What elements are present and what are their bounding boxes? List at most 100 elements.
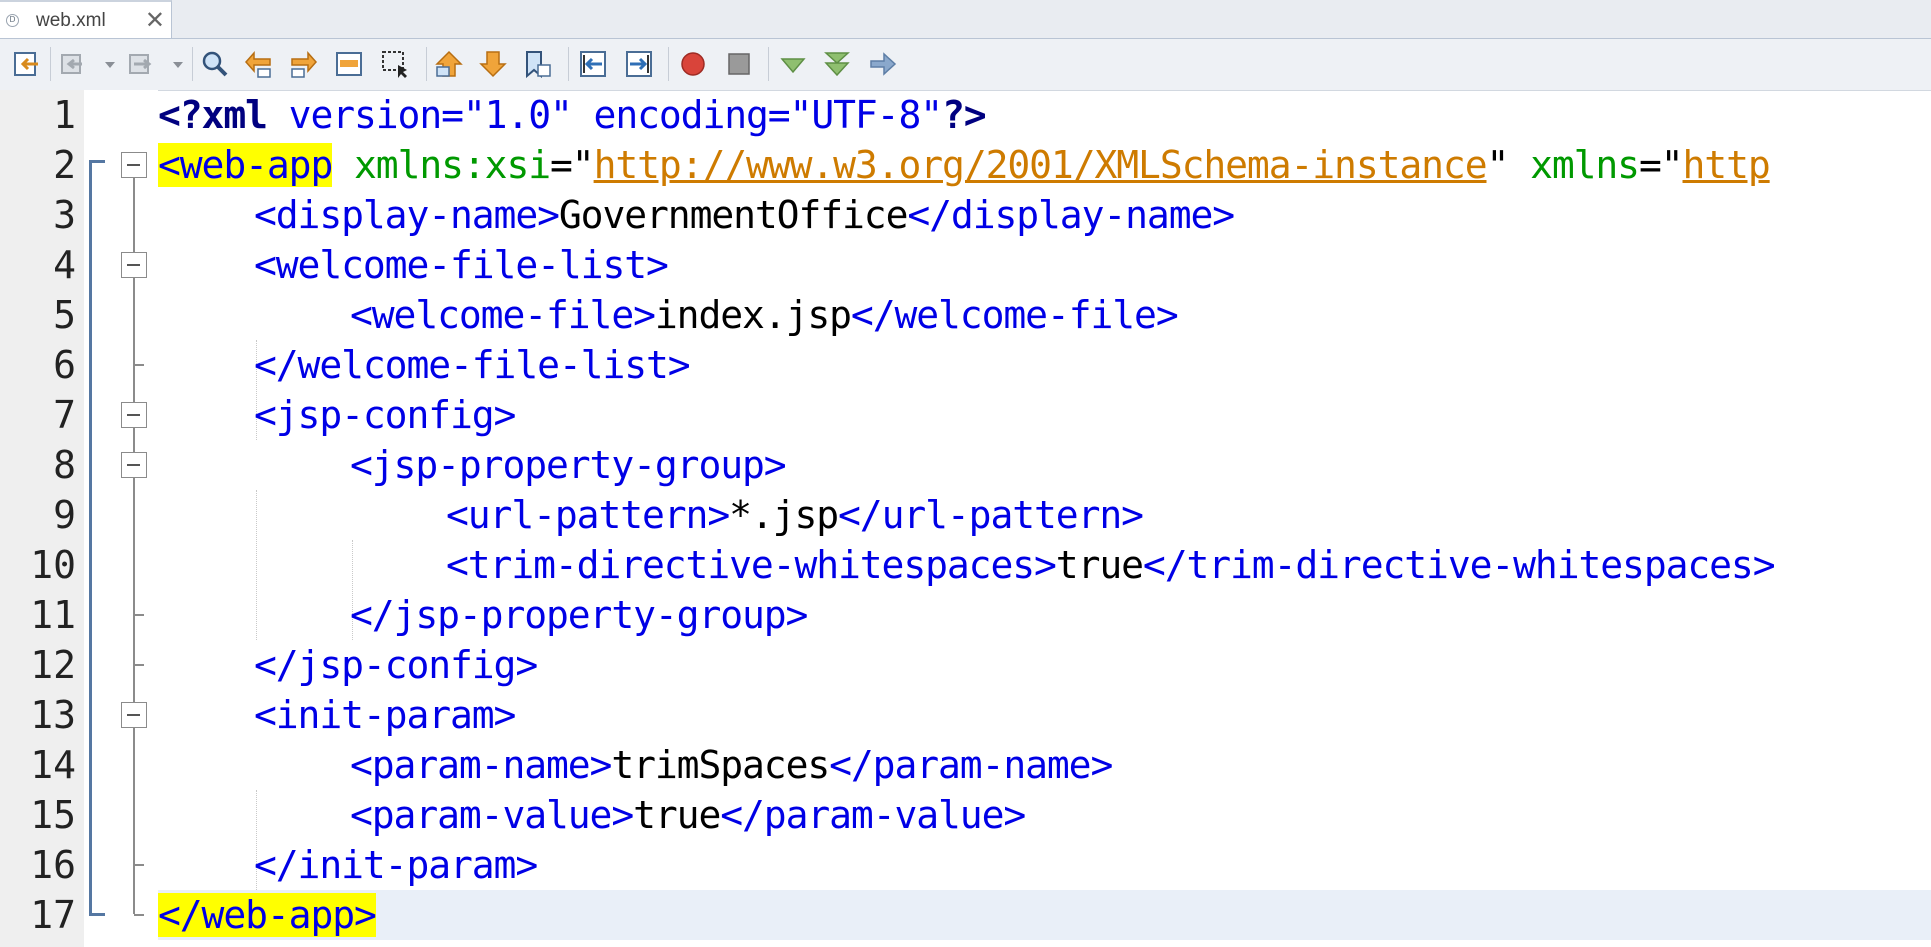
tab-web-xml[interactable]: D web.xml ✕ <box>0 0 172 38</box>
forward-dropdown-icon[interactable] <box>173 62 183 68</box>
fold-toggle-icon[interactable] <box>121 402 147 428</box>
forward-icon[interactable] <box>126 49 156 79</box>
stop-macro-icon[interactable] <box>724 49 754 79</box>
attr-equals: =" <box>550 143 595 187</box>
code-line-14: <param-name>trimSpaces</param-name> <box>350 740 1113 790</box>
tag-match-bracket-bottom <box>89 913 105 916</box>
line-number: 6 <box>53 343 76 387</box>
close-tag: </init-param> <box>254 843 538 887</box>
close-tag: </trim-directive-whitespaces> <box>1142 543 1776 587</box>
line-number: 1 <box>53 93 76 137</box>
attr-quote: " <box>1486 143 1531 187</box>
line-number: 10 <box>30 543 76 587</box>
web-app-close-tag: </web-app> <box>158 893 377 937</box>
validate-xml-icon[interactable] <box>822 49 852 79</box>
element-text: *.jsp <box>729 493 839 537</box>
fold-toggle-icon[interactable] <box>121 252 147 278</box>
fold-line <box>133 174 135 914</box>
fold-end-marker <box>134 864 144 866</box>
line-number: 16 <box>30 843 76 887</box>
code-line-13: <init-param> <box>254 690 516 740</box>
code-line-11: </jsp-property-group> <box>350 590 808 640</box>
next-bookmark-icon[interactable] <box>478 49 508 79</box>
line-number: 8 <box>53 443 76 487</box>
find-selection-icon[interactable] <box>200 49 230 79</box>
close-tag: </jsp-config> <box>254 643 538 687</box>
line-number: 17 <box>30 893 76 937</box>
attr-name-xmlns: xmlns <box>1530 143 1640 187</box>
toggle-bookmark-icon[interactable] <box>522 49 552 79</box>
current-line-highlight <box>158 890 1931 940</box>
line-number: 9 <box>53 493 76 537</box>
code-line-16: </init-param> <box>254 840 538 890</box>
start-macro-icon[interactable] <box>678 49 708 79</box>
shift-left-icon[interactable] <box>578 49 608 79</box>
back-dropdown-icon[interactable] <box>105 62 115 68</box>
close-tag: </jsp-property-group> <box>350 593 808 637</box>
shift-right-icon[interactable] <box>624 49 654 79</box>
xml-declaration-end: ?> <box>942 93 987 137</box>
element-text: true <box>1055 543 1144 587</box>
open-tag: <init-param> <box>254 693 516 737</box>
web-app-open-tag: <web-app <box>158 143 333 187</box>
code-line-4: <welcome-file-list> <box>254 240 669 290</box>
last-edit-icon[interactable] <box>12 49 42 79</box>
open-tag: <welcome-file> <box>350 293 656 337</box>
code-line-10: <trim-directive-whitespaces>true</trim-d… <box>446 540 1776 590</box>
check-xml-icon[interactable] <box>778 49 808 79</box>
attr-name-xmlns-xsi: xmlns:xsi <box>354 143 551 187</box>
close-tag: </param-value> <box>720 793 1026 837</box>
line-number-gutter: 1 2 3 4 5 6 7 8 9 10 11 12 13 14 15 16 1… <box>0 90 85 947</box>
fold-end-marker <box>134 364 144 366</box>
line-number: 4 <box>53 243 76 287</box>
code-line-12: </jsp-config> <box>254 640 538 690</box>
code-line-7: <jsp-config> <box>254 390 516 440</box>
line-number: 5 <box>53 293 76 337</box>
editor-tab-bar: D web.xml ✕ <box>0 0 1931 39</box>
toggle-rect-selection-icon[interactable] <box>380 49 410 79</box>
fold-margin <box>84 90 158 947</box>
line-number: 2 <box>53 143 76 187</box>
close-tag: </url-pattern> <box>838 493 1144 537</box>
element-text: index.jsp <box>654 293 852 337</box>
close-tab-icon[interactable]: ✕ <box>145 6 165 35</box>
fold-end-marker <box>134 614 144 616</box>
xmlns-url-link[interactable]: http <box>1683 143 1771 187</box>
xml-file-icon: D <box>6 14 19 27</box>
line-number: 14 <box>30 743 76 787</box>
xsl-transform-icon[interactable] <box>868 49 898 79</box>
close-tag: </display-name> <box>907 193 1235 237</box>
open-tag: <jsp-property-group> <box>350 443 787 487</box>
code-line-17: </web-app> <box>158 890 377 940</box>
element-text: true <box>633 793 721 837</box>
code-line-6: </welcome-file-list> <box>254 340 691 390</box>
fold-toggle-icon[interactable] <box>121 702 147 728</box>
find-previous-icon[interactable] <box>244 49 274 79</box>
xsi-url-link[interactable]: http://www.w3.org/2001/XMLSchema-instanc… <box>594 143 1488 187</box>
code-line-8: <jsp-property-group> <box>350 440 787 490</box>
previous-bookmark-icon[interactable] <box>434 49 464 79</box>
code-line-3: <display-name>GovernmentOffice</display-… <box>254 190 1235 240</box>
close-tag: </welcome-file-list> <box>254 343 691 387</box>
code-line-9: <url-pattern>*.jsp</url-pattern> <box>446 490 1144 540</box>
fold-toggle-icon[interactable] <box>121 152 147 178</box>
back-icon[interactable] <box>58 49 88 79</box>
line-number: 7 <box>53 393 76 437</box>
line-number: 15 <box>30 793 76 837</box>
editor-toolbar <box>0 39 1931 91</box>
xml-declaration-start: <?xml <box>158 93 268 137</box>
toggle-highlight-icon[interactable] <box>334 49 364 79</box>
open-tag: <param-value> <box>350 793 634 837</box>
tag-match-bracket-top <box>89 160 105 163</box>
open-tag: <trim-directive-whitespaces> <box>446 543 1057 587</box>
fold-toggle-icon[interactable] <box>121 452 147 478</box>
code-line-2: <web-app xmlns:xsi="http://www.w3.org/20… <box>158 140 1771 190</box>
fold-end-marker <box>134 914 144 916</box>
code-area[interactable]: <?xml version="1.0" encoding="UTF-8"?> <… <box>158 90 1931 947</box>
find-next-icon[interactable] <box>288 49 318 79</box>
close-tag: </welcome-file> <box>850 293 1179 337</box>
line-number: 12 <box>30 643 76 687</box>
fold-end-marker <box>134 664 144 666</box>
element-text: GovernmentOffice <box>558 193 909 237</box>
code-editor[interactable]: 1 2 3 4 5 6 7 8 9 10 11 12 13 14 15 16 1… <box>0 90 1931 947</box>
